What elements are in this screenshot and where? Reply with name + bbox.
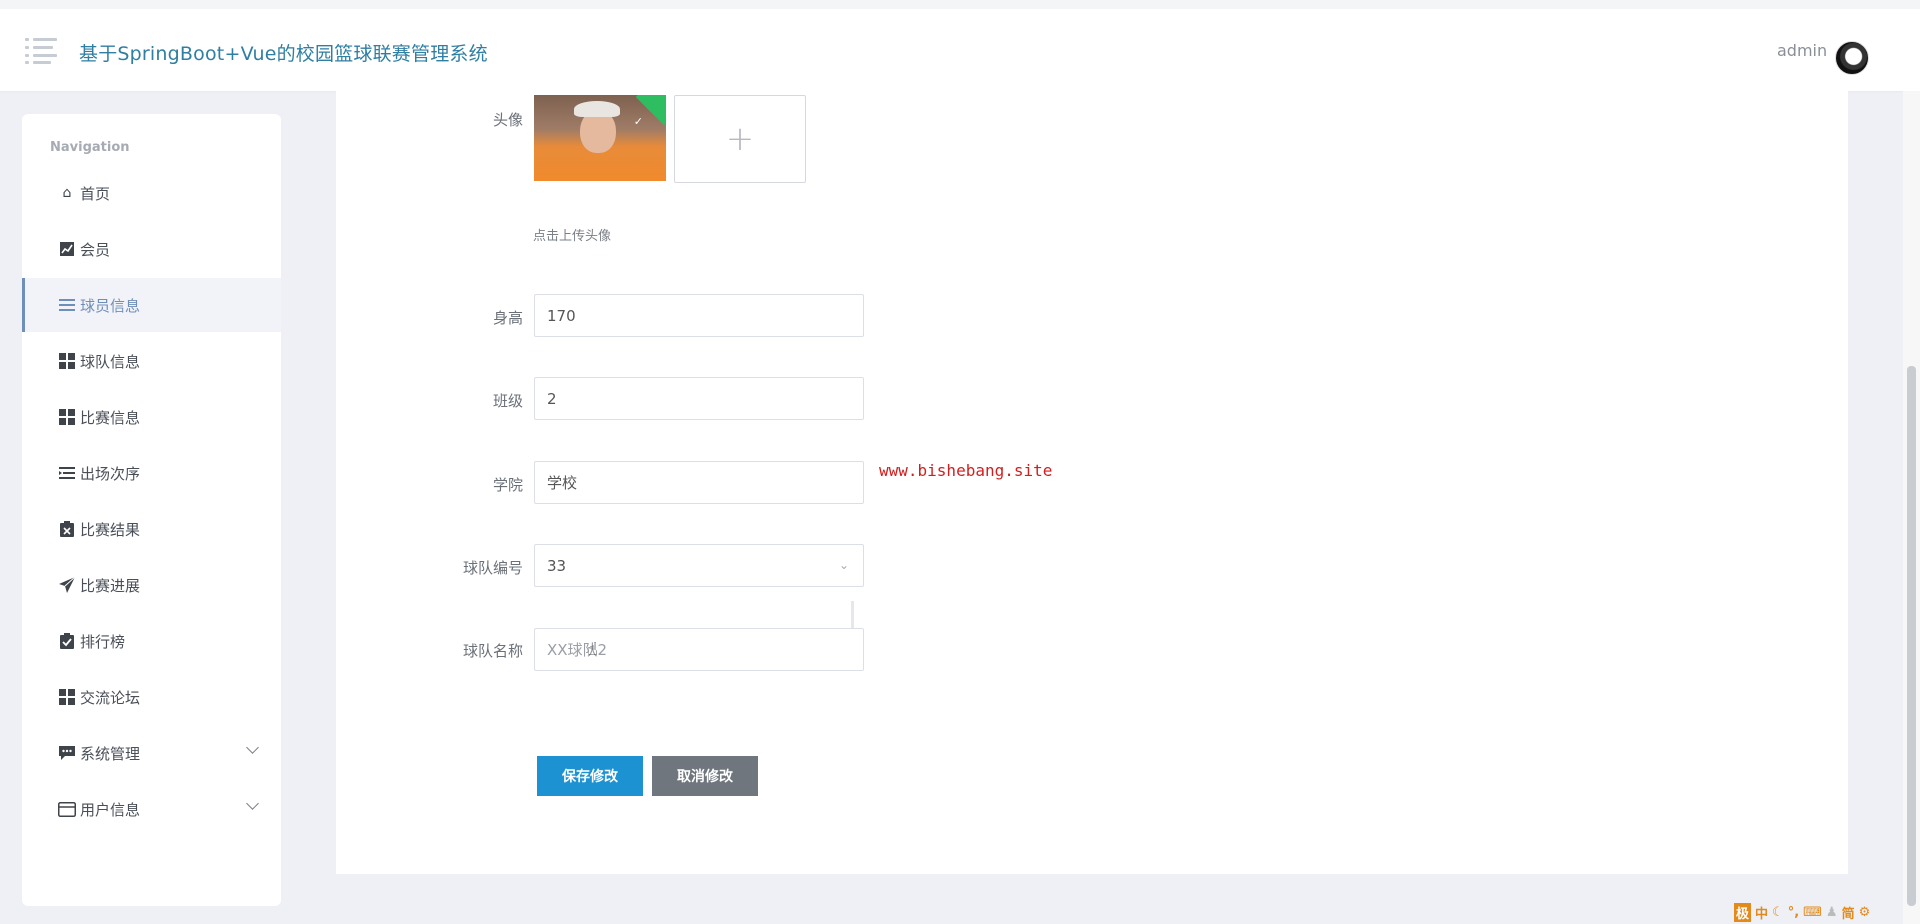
app-title: 基于SpringBoot+Vue的校园篮球联赛管理系统 <box>79 43 488 65</box>
moon-icon[interactable]: ☾ <box>1772 905 1784 920</box>
grid-icon <box>58 688 76 706</box>
sidebar-heading: Navigation <box>50 140 130 155</box>
indent-icon <box>58 464 76 482</box>
list-icon <box>58 296 76 314</box>
plus-icon: + <box>725 119 755 159</box>
clipboard-check-icon <box>58 632 76 650</box>
ime-toolbar[interactable]: 极 中 ☾ °, ⌨ ♟ 简 ⚙ <box>1734 902 1870 922</box>
home-icon: ⌂ <box>62 185 72 201</box>
sidebar: Navigation ⌂ 首页 会员 球员信息 球队信息 比赛信息 出场次序 比… <box>22 114 281 906</box>
sidebar-item-label: 排行榜 <box>80 632 126 651</box>
edit-player-form: 头像 ✓ + 点击上传头像 身高 170 班级 2 学院 学校 www.bish… <box>336 91 1848 874</box>
username-label[interactable]: admin <box>1777 41 1827 60</box>
sidebar-item-matches[interactable]: 比赛信息 <box>22 390 281 444</box>
keyboard-icon[interactable]: ⌨ <box>1803 905 1822 920</box>
college-input[interactable]: 学校 <box>534 461 864 504</box>
sidebar-item-label: 会员 <box>80 240 111 259</box>
avatar-label: 头像 <box>492 111 523 129</box>
height-label: 身高 <box>492 309 523 327</box>
sidebar-item-forum[interactable]: 交流论坛 <box>22 670 281 724</box>
sidebar-item-label: 球队信息 <box>80 352 141 371</box>
sidebar-item-results[interactable]: 比赛结果 <box>22 502 281 556</box>
sidebar-item-leaderboard[interactable]: 排行榜 <box>22 614 281 668</box>
sidebar-item-label: 系统管理 <box>80 744 141 763</box>
sidebar-item-progress[interactable]: 比赛进展 <box>22 558 281 612</box>
punctuation-icon[interactable]: °, <box>1788 905 1799 920</box>
sidebar-item-label: 出场次序 <box>80 464 141 483</box>
sidebar-item-label: 用户信息 <box>80 800 141 819</box>
clipboard-x-icon <box>58 520 76 538</box>
team-no-label: 球队编号 <box>462 559 523 577</box>
comment-icon <box>58 744 76 762</box>
chevron-down-icon <box>246 797 259 810</box>
sidebar-item-label: 比赛信息 <box>80 408 141 427</box>
chevron-down-icon <box>246 741 259 754</box>
hand-cursor-icon: ☝ <box>587 639 598 660</box>
class-label: 班级 <box>492 392 523 410</box>
grid-icon <box>58 352 76 370</box>
team-name-label: 球队名称 <box>462 642 523 660</box>
college-label: 学院 <box>492 476 523 494</box>
sidebar-item-user-info[interactable]: 用户信息 <box>22 782 281 836</box>
sidebar-item-label: 球员信息 <box>80 296 141 315</box>
sidebar-item-home[interactable]: ⌂ 首页 <box>22 166 281 220</box>
user-icon[interactable]: ♟ <box>1826 905 1838 920</box>
ime-simplified[interactable]: 简 <box>1842 903 1855 922</box>
page-scrollbar[interactable] <box>1903 91 1920 924</box>
sidebar-item-players[interactable]: 球员信息 <box>22 278 281 332</box>
team-name-input[interactable]: XX球队2 <box>534 628 864 671</box>
height-input[interactable]: 170 <box>534 294 864 337</box>
top-header: 基于SpringBoot+Vue的校园篮球联赛管理系统 admin <box>0 0 1920 91</box>
sidebar-item-label: 比赛进展 <box>80 576 141 595</box>
card-icon <box>58 800 76 818</box>
sidebar-item-teams[interactable]: 球队信息 <box>22 334 281 388</box>
sidebar-item-members[interactable]: 会员 <box>22 222 281 276</box>
select-arrow-icon: ⌄ <box>838 558 849 572</box>
sidebar-item-label: 比赛结果 <box>80 520 141 539</box>
chart-icon <box>58 240 76 258</box>
settings-gear-icon[interactable]: ⚙ <box>1859 905 1871 920</box>
cancel-button[interactable]: 取消修改 <box>652 756 758 796</box>
save-button[interactable]: 保存修改 <box>537 756 643 796</box>
watermark-text: www.bishebang.site <box>879 461 1053 480</box>
sidebar-item-system-admin[interactable]: 系统管理 <box>22 726 281 780</box>
upload-hint: 点击上传头像 <box>533 229 612 244</box>
class-input[interactable]: 2 <box>534 377 864 420</box>
sidebar-item-lineup-order[interactable]: 出场次序 <box>22 446 281 500</box>
paper-plane-icon <box>58 576 76 594</box>
scrollbar-thumb[interactable] <box>1907 366 1916 906</box>
sidebar-item-label: 交流论坛 <box>80 688 141 707</box>
ime-chinese-mode[interactable]: 中 <box>1755 903 1768 922</box>
sidebar-item-label: 首页 <box>80 184 111 203</box>
avatar-thumbnail[interactable]: ✓ <box>534 95 666 181</box>
user-avatar[interactable] <box>1835 41 1869 75</box>
team-no-select[interactable]: 33 ⌄ <box>534 544 864 587</box>
menu-toggle-icon[interactable] <box>25 38 57 64</box>
grid-icon <box>58 408 76 426</box>
upload-avatar-button[interactable]: + <box>674 95 806 183</box>
ime-logo[interactable]: 极 <box>1734 902 1752 922</box>
